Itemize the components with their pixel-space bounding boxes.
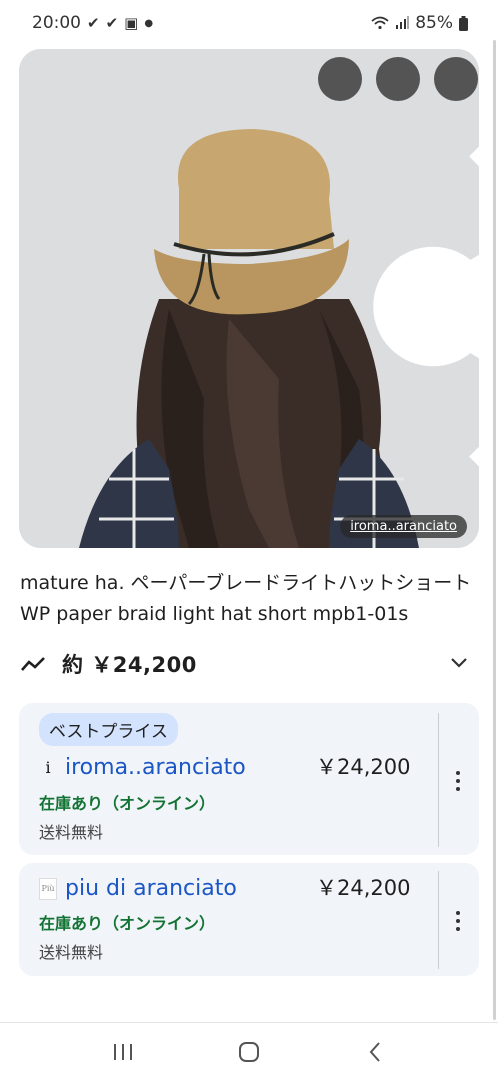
share-button[interactable]	[318, 57, 479, 367]
close-button[interactable]	[434, 57, 479, 467]
scrollbar[interactable]	[493, 40, 496, 1020]
merchant-name[interactable]: iroma..aranciato	[65, 755, 246, 780]
price-trend-icon	[21, 657, 45, 671]
stock-status: 在庫あり（オンライン）	[39, 794, 216, 813]
offer-price: ￥24,200	[316, 755, 411, 779]
card-divider	[438, 713, 439, 847]
price-tracking-row[interactable]: 約 ￥24,200	[20, 647, 478, 681]
stock-status: 在庫あり（オンライン）	[39, 914, 216, 933]
merchant[interactable]: i iroma..aranciato	[39, 755, 246, 780]
approx-price: 約 ￥24,200	[62, 653, 197, 677]
merchant-logo: i	[45, 758, 51, 777]
battery-icon	[459, 15, 468, 31]
wifi-icon	[371, 16, 389, 30]
offer-card[interactable]: ベストプライス i iroma..aranciato ￥24,200 在庫あり（…	[19, 703, 479, 855]
image-source-link[interactable]: iroma..aranciato	[340, 515, 467, 538]
product-image[interactable]: iroma..aranciato	[19, 49, 479, 548]
home-button[interactable]	[229, 1032, 269, 1072]
status-bar: 20:00 ✔ ✔ ▣ ● 85%	[0, 0, 498, 46]
check-icon: ✔	[105, 14, 119, 32]
more-vert-icon[interactable]	[451, 909, 465, 933]
image-icon: ▣	[124, 14, 139, 32]
check-icon: ✔	[87, 14, 100, 32]
back-button[interactable]	[355, 1032, 395, 1072]
offer-card[interactable]: Più piu di aranciato ￥24,200 在庫あり（オンライン）…	[19, 863, 479, 976]
recent-apps-button[interactable]	[103, 1032, 143, 1072]
battery-percent: 85%	[415, 13, 453, 33]
chevron-down-icon[interactable]	[448, 651, 470, 673]
back-icon	[369, 1041, 380, 1062]
system-nav-bar	[0, 1023, 498, 1080]
home-icon	[239, 1041, 259, 1062]
shipping-info: 送料無料	[39, 823, 104, 842]
dot-icon: ●	[144, 17, 154, 29]
more-options-button[interactable]	[376, 57, 420, 101]
signal-icon	[396, 16, 410, 29]
close-icon	[469, 146, 479, 467]
recent-apps-icon	[114, 1043, 132, 1060]
shipping-info: 送料無料	[39, 943, 104, 962]
best-price-badge: ベストプライス	[39, 713, 178, 746]
more-vert-icon[interactable]	[451, 769, 465, 793]
merchant-name[interactable]: piu di aranciato	[65, 876, 237, 901]
product-title: mature ha. ペーパーブレードライトハットショートWP paper br…	[20, 572, 472, 625]
merchant-logo: Più	[39, 877, 57, 900]
merchant[interactable]: Più piu di aranciato	[39, 876, 237, 901]
status-time: 20:00	[32, 13, 81, 33]
offer-price: ￥24,200	[316, 876, 411, 900]
card-divider	[438, 871, 439, 969]
